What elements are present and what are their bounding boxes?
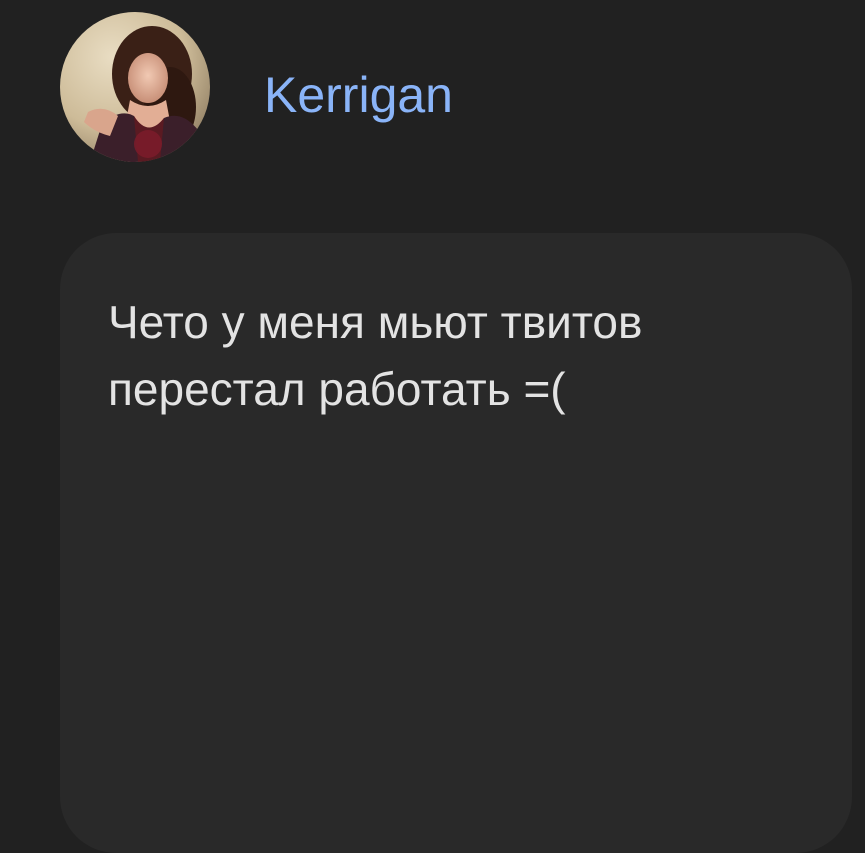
- avatar[interactable]: [60, 12, 210, 162]
- author-name[interactable]: Kerrigan: [264, 62, 453, 128]
- profile-photo-icon: [60, 12, 210, 162]
- message-card: Чето у меня мьют твитов перестал работат…: [60, 233, 852, 853]
- message-text-line-2: перестал работать =(: [108, 363, 566, 415]
- message-text-line-1: Чето у меня мьют твитов: [108, 296, 643, 348]
